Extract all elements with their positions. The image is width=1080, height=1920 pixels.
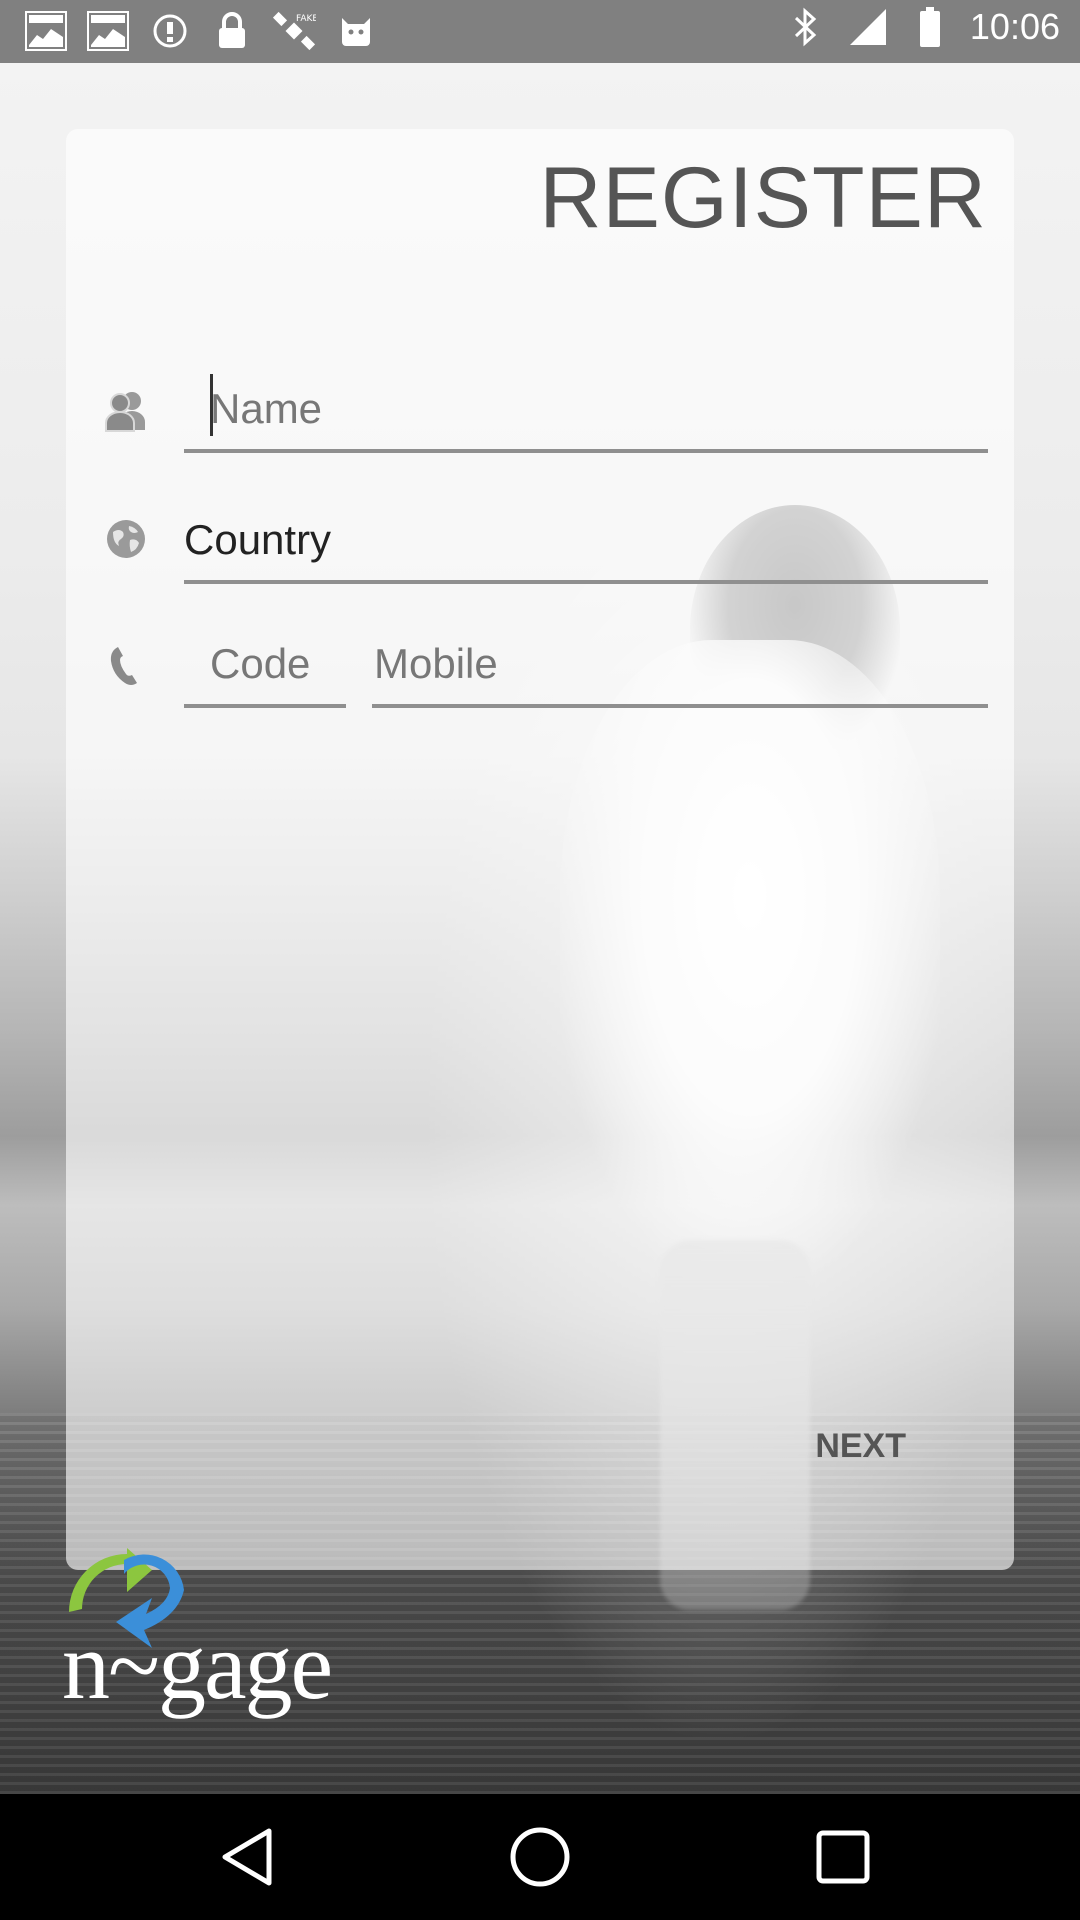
lock-icon: [210, 10, 254, 52]
home-icon[interactable]: [505, 1822, 575, 1892]
signal-icon: [846, 6, 890, 48]
recents-icon[interactable]: [808, 1822, 878, 1892]
globe-icon: [102, 515, 150, 563]
name-field[interactable]: [184, 369, 988, 453]
battery-icon: [908, 6, 952, 48]
info-icon: [148, 10, 192, 52]
status-bar: FAKE 10:06: [0, 0, 1080, 63]
country-code-field[interactable]: [184, 624, 346, 708]
cat-icon: [334, 10, 378, 52]
country-code-input[interactable]: [184, 624, 346, 704]
text-cursor: [210, 374, 213, 436]
ifl-markets-icon: [24, 10, 68, 52]
next-button[interactable]: NEXT: [805, 1419, 916, 1474]
name-input[interactable]: [184, 369, 988, 449]
svg-text:FAKE: FAKE: [296, 14, 316, 24]
navigation-bar: [0, 1794, 1080, 1920]
country-selector[interactable]: Country: [184, 499, 988, 584]
ngage-logo: n~gage: [62, 1530, 333, 1730]
register-screen: FAKE 10:06 REGISTER Name Country Code Mo…: [0, 0, 1080, 1920]
register-card: REGISTER Country: [66, 129, 1014, 1570]
logo-text: n~gage: [62, 1612, 333, 1719]
mobile-input[interactable]: [372, 624, 988, 704]
bluetooth-icon: [784, 6, 828, 48]
back-icon[interactable]: [212, 1822, 282, 1892]
status-clock: 10:06: [969, 6, 1060, 47]
users-icon: [102, 387, 150, 435]
ifl-markets-icon: [86, 10, 130, 52]
page-title: REGISTER: [539, 150, 987, 246]
mobile-field[interactable]: [372, 624, 988, 708]
phone-icon: [102, 642, 150, 690]
country-value: Country: [184, 515, 332, 563]
satellite-icon: FAKE: [272, 10, 316, 52]
